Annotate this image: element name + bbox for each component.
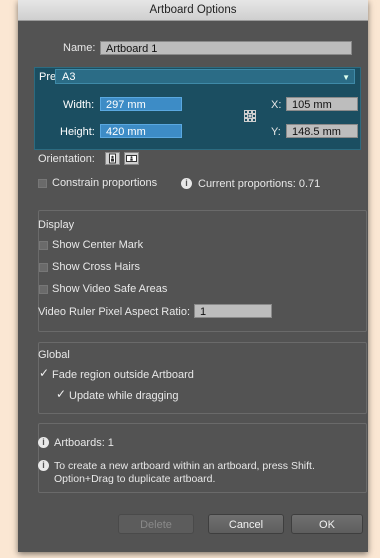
show-center-mark-label: Show Center Mark (52, 239, 144, 251)
show-cross-hairs-checkbox[interactable] (39, 263, 48, 272)
name-input[interactable]: Artboard 1 (100, 41, 352, 55)
pixel-aspect-ratio-label: Video Ruler Pixel Aspect Ratio: (38, 306, 191, 318)
landscape-icon (126, 155, 137, 162)
hint-line-2: Option+Drag to duplicate artboard. (54, 473, 216, 485)
pixel-aspect-ratio-input[interactable]: 1 (194, 304, 272, 318)
show-video-safe-checkbox[interactable] (39, 285, 48, 294)
name-label: Name: (63, 42, 96, 54)
global-title: Global (38, 349, 70, 361)
hint-line-1: To create a new artboard within an artbo… (54, 460, 315, 472)
portrait-icon (109, 153, 116, 164)
x-input[interactable]: 105 mm (286, 97, 358, 111)
dialog-title: Artboard Options (18, 0, 368, 21)
cancel-button[interactable]: Cancel (208, 514, 284, 534)
preset-value: A3 (62, 71, 76, 83)
constrain-label: Constrain proportions (52, 177, 158, 189)
show-center-mark-checkbox[interactable] (39, 241, 48, 250)
ok-button[interactable]: OK (291, 514, 363, 534)
width-input[interactable]: 297 mm (100, 97, 182, 111)
preset-select[interactable]: A3 ▼ (55, 69, 355, 84)
update-dragging-label: Update while dragging (69, 390, 179, 402)
y-input[interactable]: 148.5 mm (286, 124, 358, 138)
reference-point-icon[interactable] (244, 110, 256, 122)
artboards-count: Artboards: 1 (54, 437, 114, 449)
height-input[interactable]: 420 mm (100, 124, 182, 138)
current-proportions-text: Current proportions: 0.71 (198, 178, 321, 190)
show-cross-hairs-label: Show Cross Hairs (52, 261, 141, 273)
artboard-options-dialog: Artboard Options Name: Artboard 1 Preset… (18, 0, 368, 552)
height-label: Height: (60, 126, 95, 138)
landscape-orientation-button[interactable] (124, 152, 139, 165)
dropdown-arrow-icon: ▼ (342, 73, 350, 82)
info-icon: i (38, 460, 49, 471)
portrait-orientation-button[interactable] (105, 152, 120, 165)
info-icon: i (181, 178, 192, 189)
orientation-label: Orientation: (38, 153, 95, 165)
delete-button[interactable]: Delete (118, 514, 194, 534)
display-title: Display (38, 219, 75, 231)
update-checkmark-icon[interactable]: ✓ (56, 387, 66, 401)
y-label: Y: (271, 126, 281, 138)
x-label: X: (271, 99, 282, 111)
show-video-safe-label: Show Video Safe Areas (52, 283, 168, 295)
fade-checkmark-icon[interactable]: ✓ (39, 366, 49, 380)
constrain-checkbox[interactable] (38, 179, 47, 188)
fade-region-label: Fade region outside Artboard (52, 369, 194, 381)
info-icon: i (38, 437, 49, 448)
width-label: Width: (63, 99, 95, 111)
